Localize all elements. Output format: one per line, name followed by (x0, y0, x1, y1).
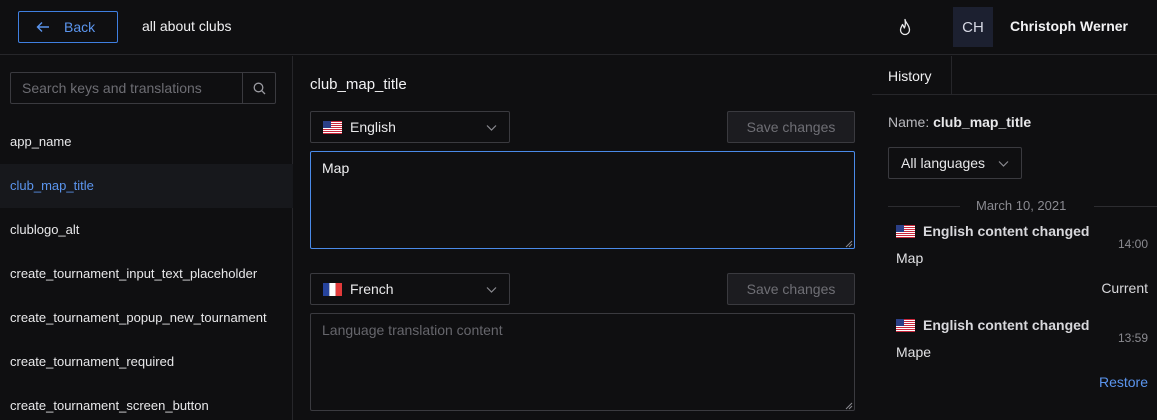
chevron-down-icon (486, 125, 497, 131)
event-content: Map (896, 250, 924, 266)
history-tabs: History (872, 56, 1157, 95)
avatar-initials: CH (962, 18, 984, 36)
us-flag-icon (896, 224, 915, 238)
top-header: Back all about clubs CH Christoph Werner (0, 0, 1157, 55)
key-list-item[interactable]: create_tournament_input_text_placeholder (0, 252, 293, 296)
language-filter-select[interactable]: All languages (888, 147, 1022, 179)
event-title-text: English content changed (923, 317, 1090, 333)
language-select-english[interactable]: English (310, 111, 510, 143)
event-time: 13:59 (1117, 331, 1148, 345)
us-flag-icon (896, 318, 915, 332)
history-event: English content changed 13:59 Mape Resto… (896, 317, 1151, 397)
search-button[interactable] (242, 73, 275, 103)
key-title: club_map_title (310, 76, 407, 93)
avatar[interactable]: CH (953, 7, 993, 47)
translation-editor: club_map_title English Save changes Map … (294, 56, 871, 420)
history-key-name: Name: club_map_title (888, 114, 1031, 130)
language-select-french[interactable]: French (310, 273, 510, 305)
history-panel: History Name: club_map_title All languag… (872, 56, 1157, 420)
current-label: Current (1101, 280, 1148, 296)
translation-textarea-english[interactable] (310, 151, 855, 249)
back-button-label: Back (64, 19, 96, 35)
chevron-down-icon (998, 161, 1009, 167)
key-list-item[interactable]: app_name (0, 120, 293, 164)
date-divider: March 10, 2021 (888, 198, 1157, 213)
event-time: 14:00 (1117, 237, 1148, 251)
history-date: March 10, 2021 (968, 198, 1075, 213)
divider-line (1094, 206, 1157, 207)
us-flag-icon (323, 120, 342, 134)
history-name-value: club_map_title (933, 114, 1032, 130)
project-name: all about clubs (142, 18, 232, 34)
save-changes-button[interactable]: Save changes (727, 111, 855, 143)
save-changes-button[interactable]: Save changes (727, 273, 855, 305)
user-name[interactable]: Christoph Werner (1010, 18, 1128, 34)
language-name: French (350, 281, 394, 297)
app-window: Back all about clubs CH Christoph Werner… (0, 0, 1157, 420)
chevron-down-icon (486, 287, 497, 293)
event-content: Mape (896, 344, 932, 360)
search-icon (253, 82, 265, 94)
search-box (10, 72, 276, 104)
translation-textarea-french[interactable] (310, 313, 855, 411)
language-filter-label: All languages (901, 155, 986, 171)
keys-sidebar: app_name club_map_title clublogo_alt cre… (0, 56, 293, 420)
tab-history[interactable]: History (872, 56, 952, 95)
search-input[interactable] (11, 73, 242, 103)
flame-icon[interactable] (896, 18, 914, 38)
history-event: English content changed 14:00 Map Curren… (896, 223, 1151, 303)
divider-line (888, 206, 960, 207)
language-name: English (350, 119, 396, 135)
restore-link[interactable]: Restore (1099, 374, 1148, 390)
event-title-text: English content changed (923, 223, 1090, 239)
arrow-left-icon (36, 22, 49, 32)
resize-grip-icon[interactable] (845, 240, 853, 248)
key-list: app_name club_map_title clublogo_alt cre… (0, 120, 293, 420)
resize-grip-icon[interactable] (845, 402, 853, 410)
event-title: English content changed (896, 223, 1151, 239)
key-list-item[interactable]: create_tournament_required (0, 340, 293, 384)
fr-flag-icon (323, 282, 342, 296)
history-name-prefix: Name: (888, 114, 930, 130)
event-title: English content changed (896, 317, 1151, 333)
key-list-item-selected[interactable]: club_map_title (0, 164, 293, 208)
back-button[interactable]: Back (18, 11, 118, 43)
key-list-item[interactable]: create_tournament_popup_new_tournament (0, 296, 293, 340)
key-list-item[interactable]: clublogo_alt (0, 208, 293, 252)
key-list-item[interactable]: create_tournament_screen_button (0, 384, 293, 420)
